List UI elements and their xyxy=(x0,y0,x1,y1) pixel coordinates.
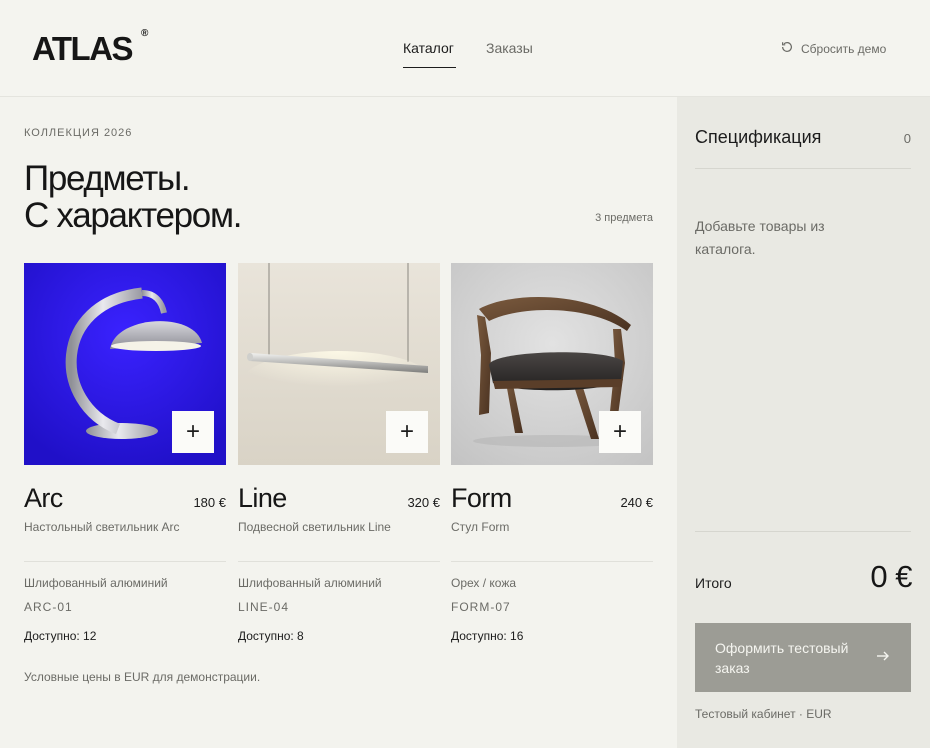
product-price: 240 € xyxy=(620,495,653,510)
logo[interactable]: ATLAS xyxy=(32,30,134,68)
cabinet-info: Тестовый кабинет · EUR xyxy=(695,707,832,721)
product-description: Подвесной светильник Line xyxy=(238,520,391,534)
collection-eyebrow: КОЛЛЕКЦИЯ 2026 xyxy=(24,127,133,139)
product-description: Стул Form xyxy=(451,520,510,534)
checkout-label: Оформить тестовый заказ xyxy=(715,639,849,676)
spec-divider xyxy=(695,168,911,169)
product-name[interactable]: Arc xyxy=(24,483,63,514)
product-material: Шлифованный алюминий xyxy=(238,576,382,590)
add-to-spec-button[interactable]: + xyxy=(386,411,428,453)
title-line-1: Предметы. xyxy=(24,159,191,198)
product-material: Орех / кожа xyxy=(451,576,517,590)
product-image-arc[interactable]: + xyxy=(24,263,226,465)
card-divider xyxy=(24,561,226,562)
price-footnote: Условные цены в EUR для демонстрации. xyxy=(24,670,261,684)
title-line-2: С характером. xyxy=(24,196,242,235)
product-image-line[interactable]: + xyxy=(238,263,440,465)
product-description: Настольный светильник Arc xyxy=(24,520,180,534)
card-divider xyxy=(451,561,653,562)
product-material: Шлифованный алюминий xyxy=(24,576,168,590)
page-title: Предметы. С характером. xyxy=(24,159,242,235)
product-stock: Доступно: 16 xyxy=(451,629,524,643)
product-card-arc[interactable]: + Arc 180 € Настольный светильник Arc Шл… xyxy=(24,263,226,643)
add-to-spec-button[interactable]: + xyxy=(599,411,641,453)
nav-catalog[interactable]: Каталог xyxy=(403,40,454,56)
total-divider xyxy=(695,531,911,532)
nav-orders[interactable]: Заказы xyxy=(486,40,533,56)
specification-panel: Спецификация 0 Добавьте товары из катало… xyxy=(677,97,930,748)
checkout-button[interactable]: Оформить тестовый заказ xyxy=(695,623,911,692)
reset-label: Сбросить демо xyxy=(801,41,887,56)
spec-count: 0 xyxy=(903,131,911,146)
add-to-spec-button[interactable]: + xyxy=(172,411,214,453)
spec-title: Спецификация xyxy=(695,127,822,147)
nav-active-underline xyxy=(403,67,456,68)
product-count: 3 предмета xyxy=(595,212,653,224)
reset-icon xyxy=(780,40,794,57)
product-stock: Доступно: 12 xyxy=(24,629,97,643)
top-header: ATLAS ® Каталог Заказы Сбросить демо xyxy=(0,0,930,97)
spec-empty-message: Добавьте товары из каталога. xyxy=(695,218,825,257)
product-price: 320 € xyxy=(407,495,440,510)
product-name[interactable]: Form xyxy=(451,483,512,514)
product-sku: LINE-04 xyxy=(238,600,290,614)
reset-demo-button[interactable]: Сбросить демо xyxy=(780,40,886,57)
arrow-right-icon xyxy=(875,648,891,664)
card-divider xyxy=(238,561,440,562)
product-card-form[interactable]: + Form 240 € Стул Form Орех / кожа FORM-… xyxy=(451,263,653,643)
product-stock: Доступно: 8 xyxy=(238,629,304,643)
total-value: 0 € xyxy=(870,559,912,594)
product-sku: ARC-01 xyxy=(24,600,73,614)
registered-mark: ® xyxy=(141,28,149,39)
product-image-form[interactable]: + xyxy=(451,263,653,465)
product-name[interactable]: Line xyxy=(238,483,287,514)
product-card-line[interactable]: + Line 320 € Подвесной светильник Line Ш… xyxy=(238,263,440,643)
product-price: 180 € xyxy=(193,495,226,510)
total-label: Итого xyxy=(695,575,732,591)
product-sku: FORM-07 xyxy=(451,600,511,614)
